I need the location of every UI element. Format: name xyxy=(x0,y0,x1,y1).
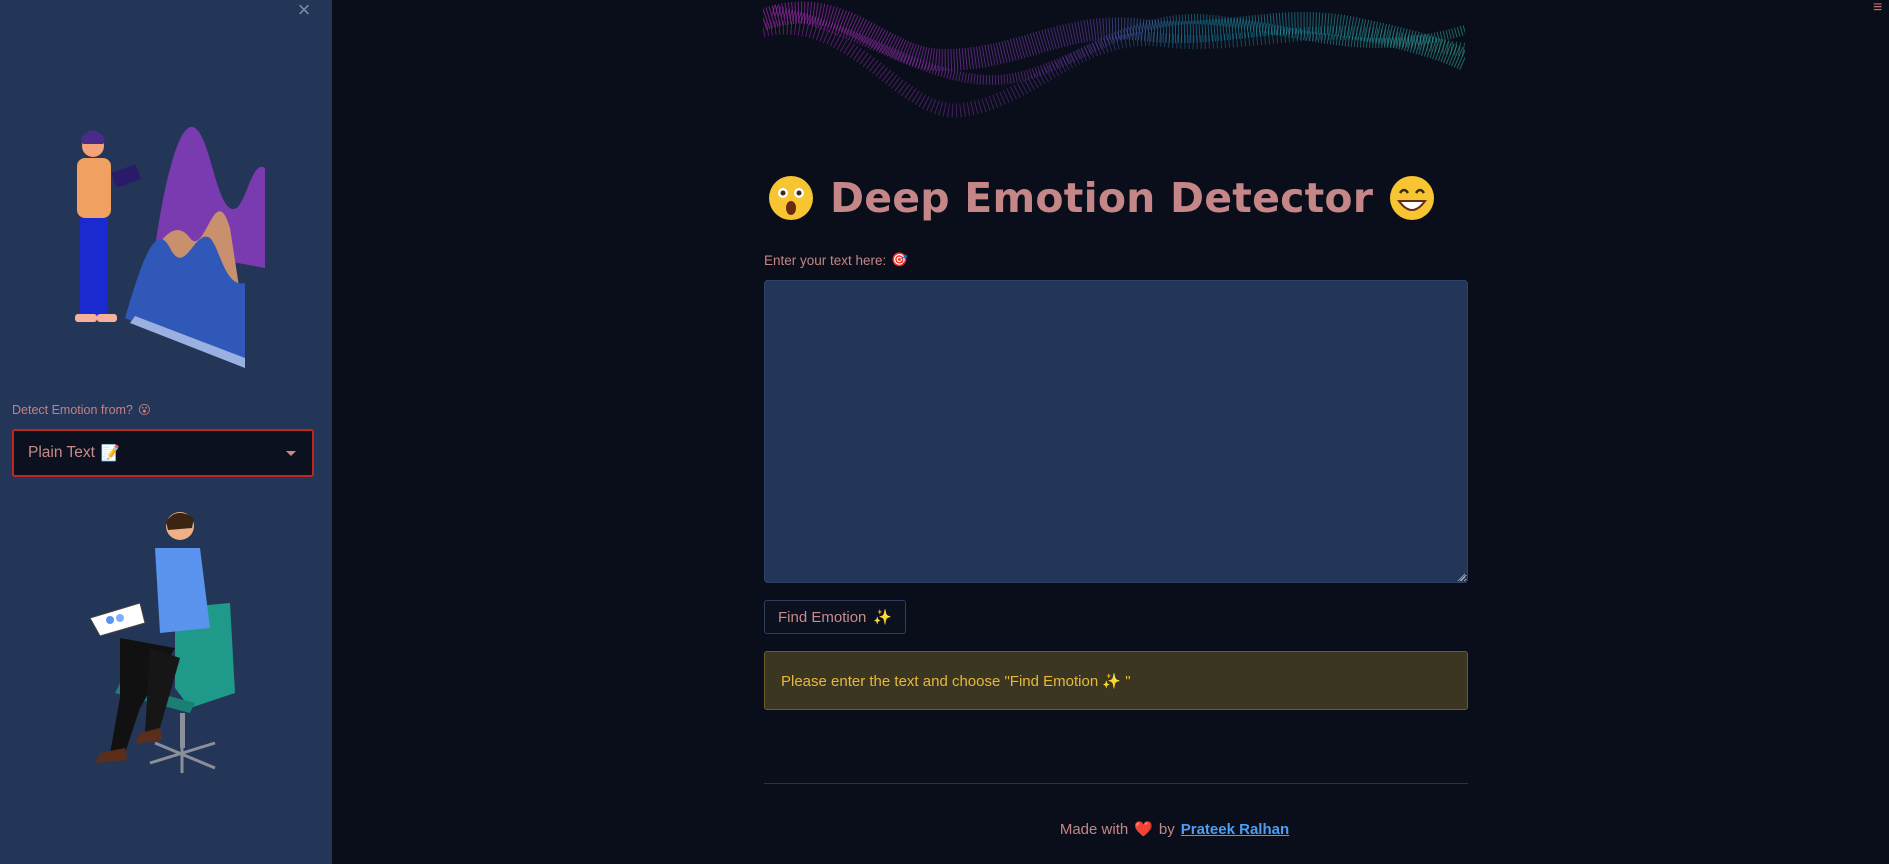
surprised-emoji-icon: 😮 xyxy=(137,403,151,417)
text-input-label-text: Enter your text here: xyxy=(764,252,887,268)
resize-handle-icon[interactable] xyxy=(1456,572,1466,582)
target-icon: 🎯 xyxy=(891,252,909,267)
input-source-select[interactable]: Plain Text 📝 xyxy=(12,429,314,477)
footer-by: by xyxy=(1158,820,1175,838)
warning-alert: Please enter the text and choose "Find E… xyxy=(764,651,1468,710)
memo-icon: 📝 xyxy=(100,444,121,462)
thinking-person-illustration xyxy=(89,512,235,773)
find-emotion-label: Find Emotion xyxy=(778,608,867,626)
app-root: × Detect Emotion from? 😮 Plain Text 📝 ≡ … xyxy=(0,0,1889,864)
author-link[interactable]: Prateek Ralhan xyxy=(1181,821,1289,838)
detect-emotion-label: Detect Emotion from? 😮 xyxy=(12,402,151,418)
heart-icon: ❤️ xyxy=(1134,821,1153,838)
select-value-text: Plain Text xyxy=(28,444,95,461)
title-text: Deep Emotion Detector xyxy=(830,174,1374,222)
find-emotion-button[interactable]: Find Emotion ✨ xyxy=(764,600,907,634)
astonished-face-icon xyxy=(769,176,813,220)
sidebar: × Detect Emotion from? 😮 Plain Text 📝 xyxy=(0,0,332,864)
emotion-text-input[interactable] xyxy=(764,280,1468,583)
page-title: Deep Emotion Detector xyxy=(766,173,1437,223)
footer-made-with: Made with xyxy=(1059,820,1129,838)
text-input-label: Enter your text here: 🎯 xyxy=(764,252,908,268)
analyst-waves-illustration xyxy=(75,126,265,368)
header-banner-image xyxy=(763,1,1465,118)
chevron-down-icon xyxy=(286,450,296,456)
close-sidebar-icon[interactable]: × xyxy=(293,0,315,22)
footer: Made with ❤️ by Prateek Ralhan xyxy=(0,820,1889,839)
menu-icon[interactable]: ≡ xyxy=(1873,0,1889,17)
sparkles-icon: ✨ xyxy=(873,609,893,626)
grinning-face-icon xyxy=(1390,176,1435,220)
footer-divider xyxy=(764,783,1468,784)
select-value: Plain Text 📝 xyxy=(28,444,286,463)
alert-text: Please enter the text and choose "Find E… xyxy=(781,672,1131,690)
select-label-text: Detect Emotion from? xyxy=(12,402,133,417)
